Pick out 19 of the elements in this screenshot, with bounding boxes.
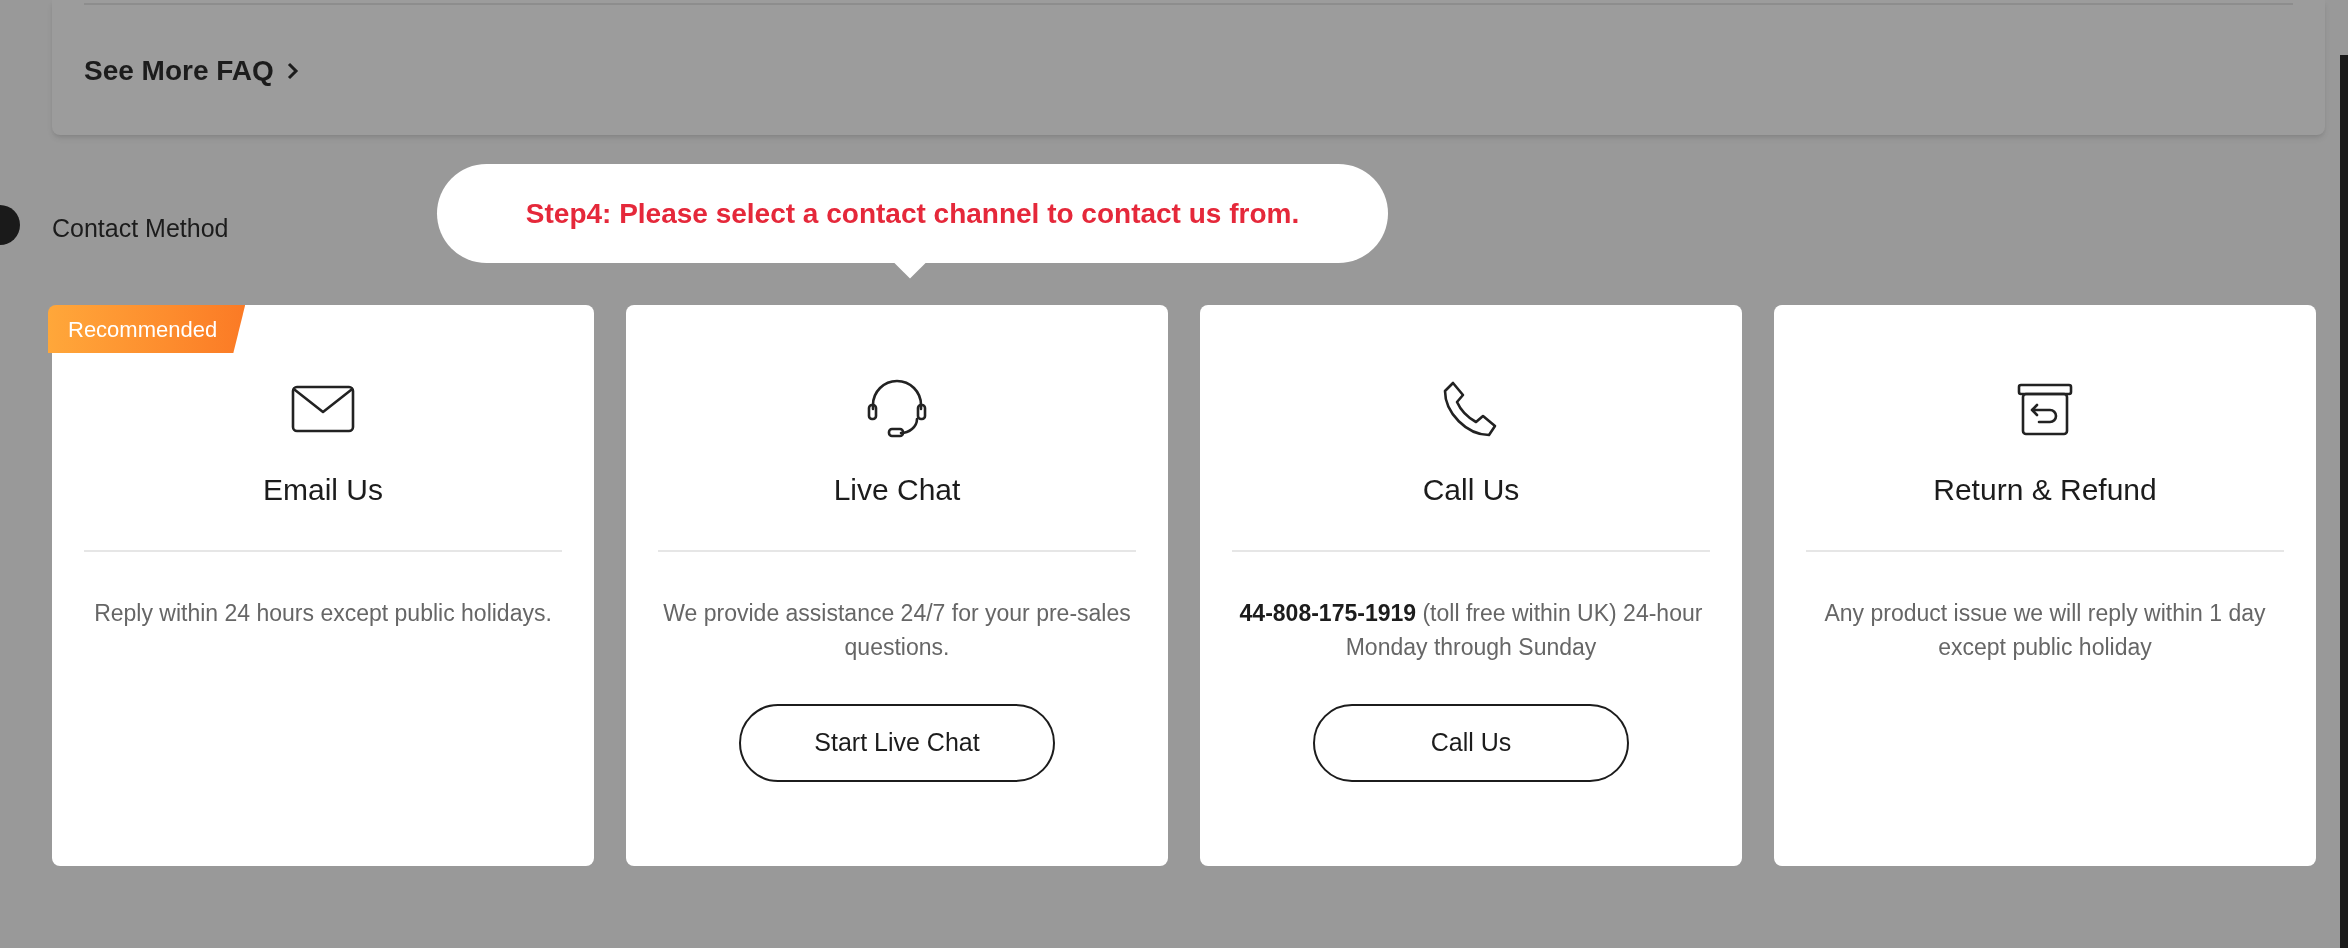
contact-button[interactable]: Call Us [1313,704,1629,782]
card-description: 44-808-175-1919 (toll free within UK) 24-hour Monday through Sunday [1238,599,1704,662]
recommended-badge: Recommended [48,305,246,353]
contact-card[interactable]: Return & Refund Any product issue we will reply within 1 day except public holiday [1774,305,2316,866]
contact-button[interactable]: Start Live Chat [739,704,1055,782]
contact-card[interactable]: Live Chat We provide assistance 24/7 for your pre-sales questions. Start Live Chat [626,305,1168,866]
card-description: Any product issue we will reply within 1 day except public holiday [1823,599,2267,662]
card-title: Call Us [1422,472,1520,508]
scrollbar[interactable] [2340,55,2348,948]
section-title: Contact Method [52,213,229,244]
card-description: We provide assistance 24/7 for your pre-sales questions. [662,599,1132,662]
chevron-right-icon [285,61,300,81]
card-title: Email Us [263,472,383,508]
see-more-faq-link[interactable]: See More FAQ [84,50,300,92]
tooltip-text: Step4: Please select a contact channel to contact us from. [525,196,1300,231]
contact-card[interactable]: Call Us 44-808-175-1919 (toll free within UK) 24-hour Monday through Sunday Call Us [1200,305,1742,866]
card-title: Live Chat [833,472,961,508]
card-description: Reply within 24 hours except public holidays. [93,599,553,628]
card-title: Return & Refund [1933,472,2157,508]
